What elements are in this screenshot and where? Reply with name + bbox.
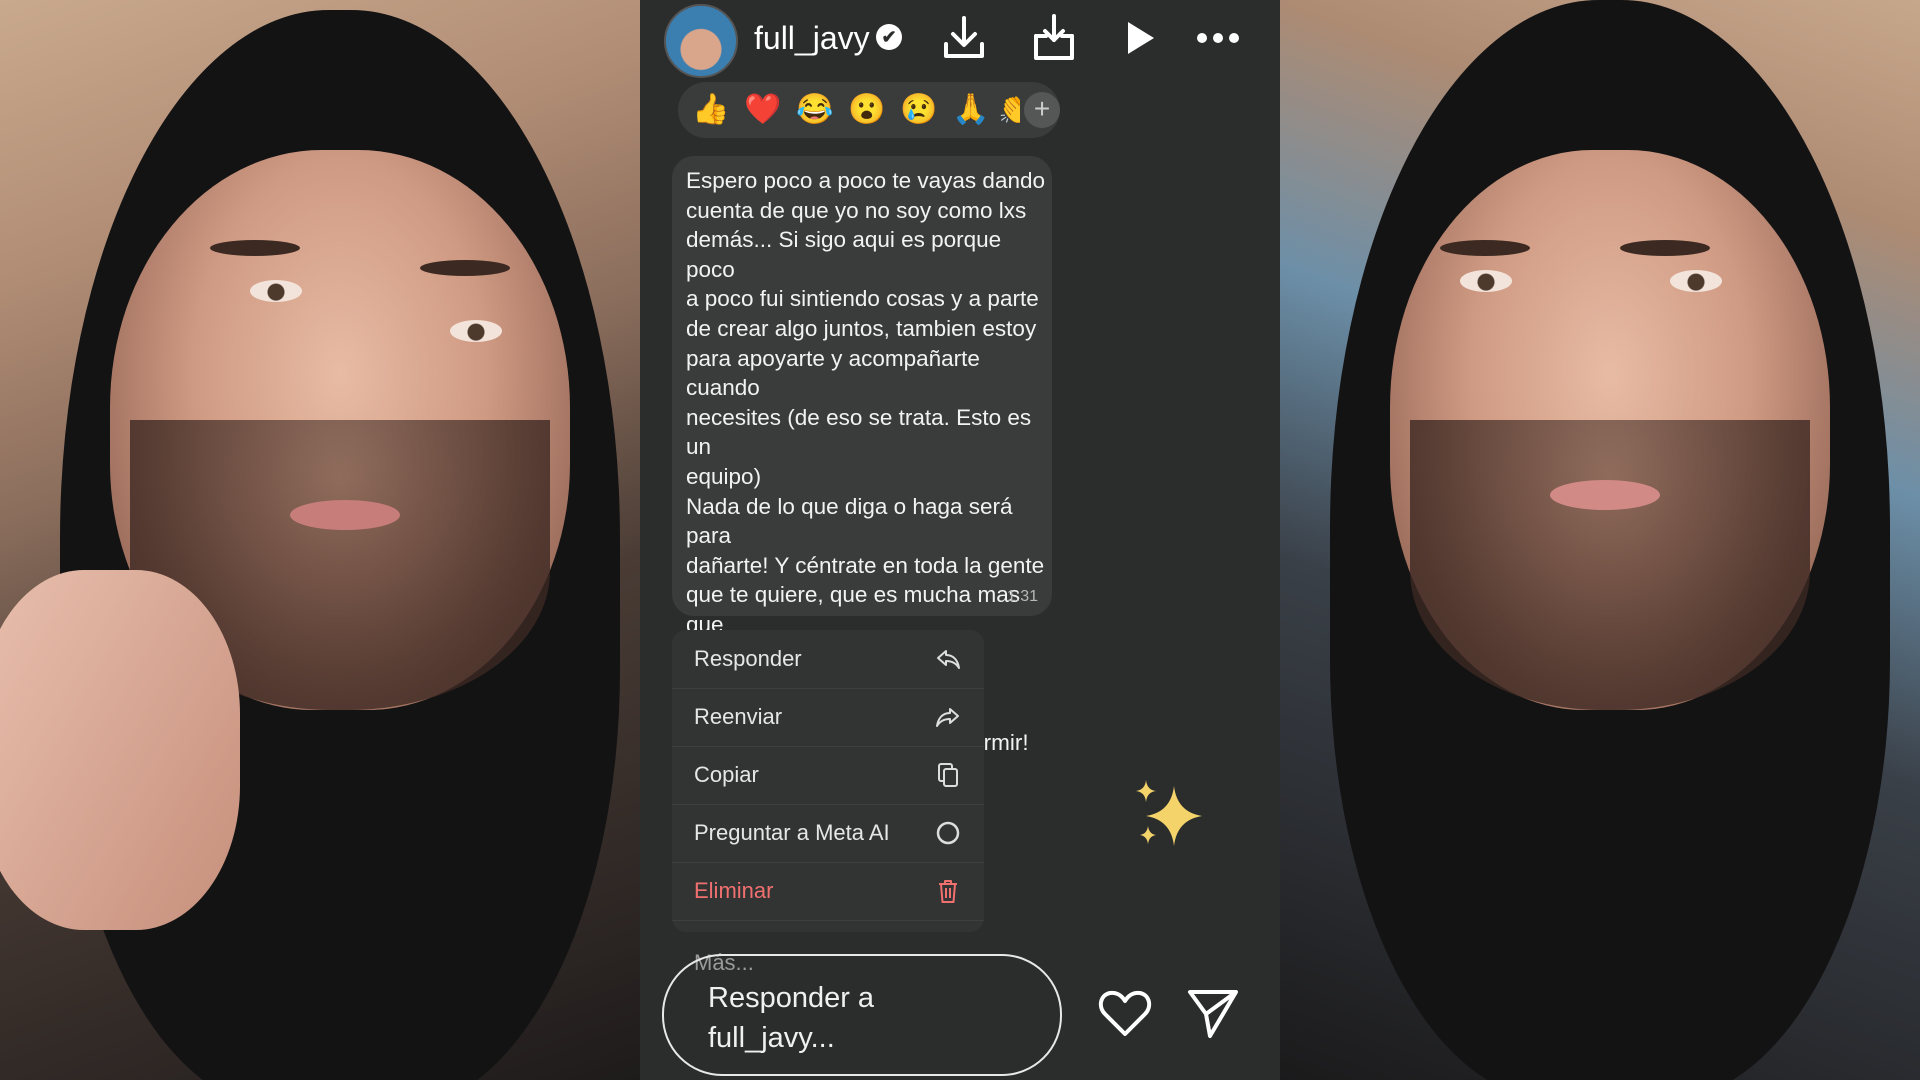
menu-item-label: Reenviar [694,704,783,729]
hand-left [0,570,240,930]
reaction-bar: 👍 ❤️ 😂 😮 😢 🙏 👏 + [678,82,1060,138]
sparkle-icon [1130,776,1210,856]
menu-item-copiar[interactable]: Copiar [672,746,984,805]
heart-reaction[interactable]: ❤️ [735,82,789,136]
menu-item-label: Preguntar a Meta AI [694,820,890,845]
menu-item-responder[interactable]: Responder [672,630,984,689]
right-video-frame [1280,0,1920,1080]
menu-item-reenviar[interactable]: Reenviar [672,688,984,747]
reply-icon [934,645,962,673]
message-bubble[interactable]: Espero poco a poco te vayas dando cuenta… [672,156,1052,785]
message-context-menu: Responder Reenviar Copiar Preguntar a Me… [672,630,984,932]
clapping-reaction[interactable]: 👏 [998,92,1020,128]
thumbs-up-reaction[interactable]: 👍 [692,92,729,128]
trash-icon [934,877,962,905]
avatar[interactable] [664,4,738,78]
username[interactable]: full_javy [754,20,870,57]
meta-ai-icon [934,819,962,847]
like-heart-icon[interactable] [1096,984,1154,1042]
message-timestamp: 1:31 [1006,588,1038,605]
reply-placeholder: Responder a full_javy... [708,982,875,1054]
verified-badge-icon: ✔ [876,24,902,50]
praying-hands-reaction[interactable]: 🙏 [952,92,989,128]
copy-icon [934,761,962,789]
laughing-reaction[interactable]: 😂 [796,92,833,128]
beard-right [1410,420,1810,710]
send-icon[interactable] [1184,984,1242,1042]
story-message-panel: full_javy ✔ 👍 ❤️ 😂 😮 😢 🙏 👏 + Espero poco… [640,0,1280,1080]
play-icon[interactable] [1112,12,1164,64]
surprised-reaction[interactable]: 😮 [848,92,885,128]
reply-input[interactable]: Responder a full_javy... [662,954,1062,1076]
crying-reaction[interactable]: 😢 [900,92,937,128]
more-options-icon[interactable] [1192,12,1244,64]
menu-item-meta-ai[interactable]: Preguntar a Meta AI [672,804,984,863]
download-icon[interactable] [938,12,990,64]
story-header: full_javy ✔ [640,0,1280,80]
menu-item-eliminar[interactable]: Eliminar [672,862,984,921]
menu-item-label: Eliminar [694,878,774,903]
add-reaction-button[interactable]: + [1024,92,1060,128]
forward-icon [934,703,962,731]
menu-item-label: Copiar [694,762,759,787]
left-video-frame [0,0,640,1080]
menu-item-label: Responder [694,646,802,671]
save-to-folder-icon[interactable] [1028,12,1080,64]
